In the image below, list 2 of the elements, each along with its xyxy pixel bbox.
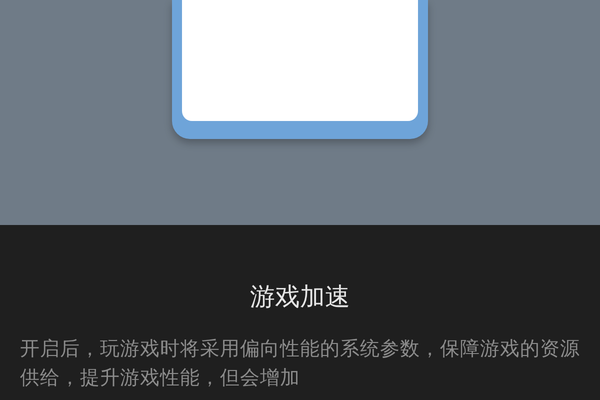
dialog-title: 游戏加速 — [250, 281, 350, 313]
description-text: 开启后，玩游戏时将采用偏向性能的系统参数，保障游戏的资源供给，提升游戏性能，但会增加 — [20, 336, 580, 391]
